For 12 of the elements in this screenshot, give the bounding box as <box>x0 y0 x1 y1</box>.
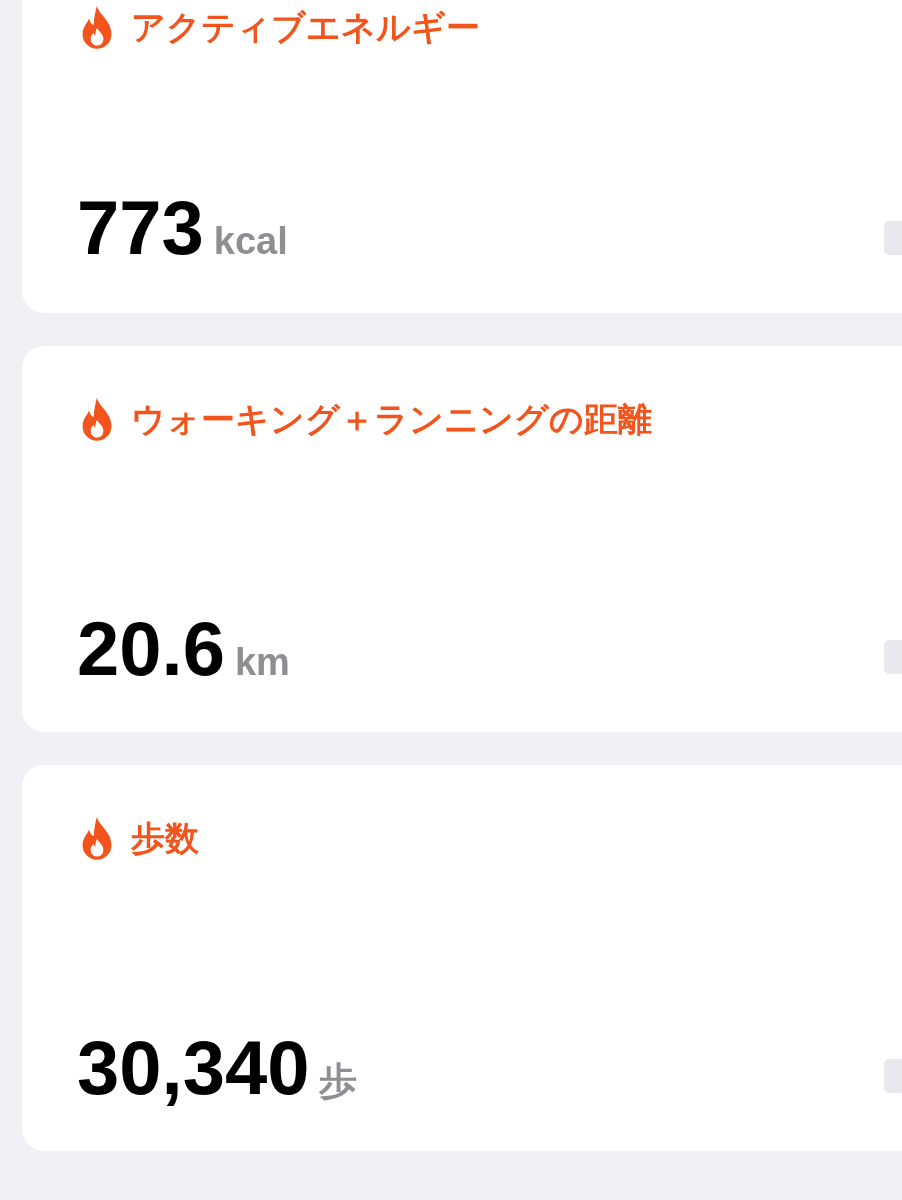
metric-value: 30,340 <box>77 1024 310 1111</box>
metric-unit: km <box>234 641 290 684</box>
metric-value: 773 <box>77 184 204 271</box>
card-background[interactable]: アクティブエネルギー 773 kcal <box>22 0 902 313</box>
card-title: 歩数 <box>131 817 199 860</box>
metric-unit: 歩 <box>319 1059 358 1104</box>
card-title: アクティブエネルギー <box>131 6 480 49</box>
metric-unit: kcal <box>213 220 288 263</box>
metric-value: 20.6 <box>77 605 225 692</box>
card-background[interactable]: ウォーキング＋ランニングの距離 20.6 km <box>22 346 902 732</box>
card-background[interactable]: 歩数 30,340 歩 <box>22 765 902 1151</box>
card-title: ウォーキング＋ランニングの距離 <box>131 398 652 441</box>
